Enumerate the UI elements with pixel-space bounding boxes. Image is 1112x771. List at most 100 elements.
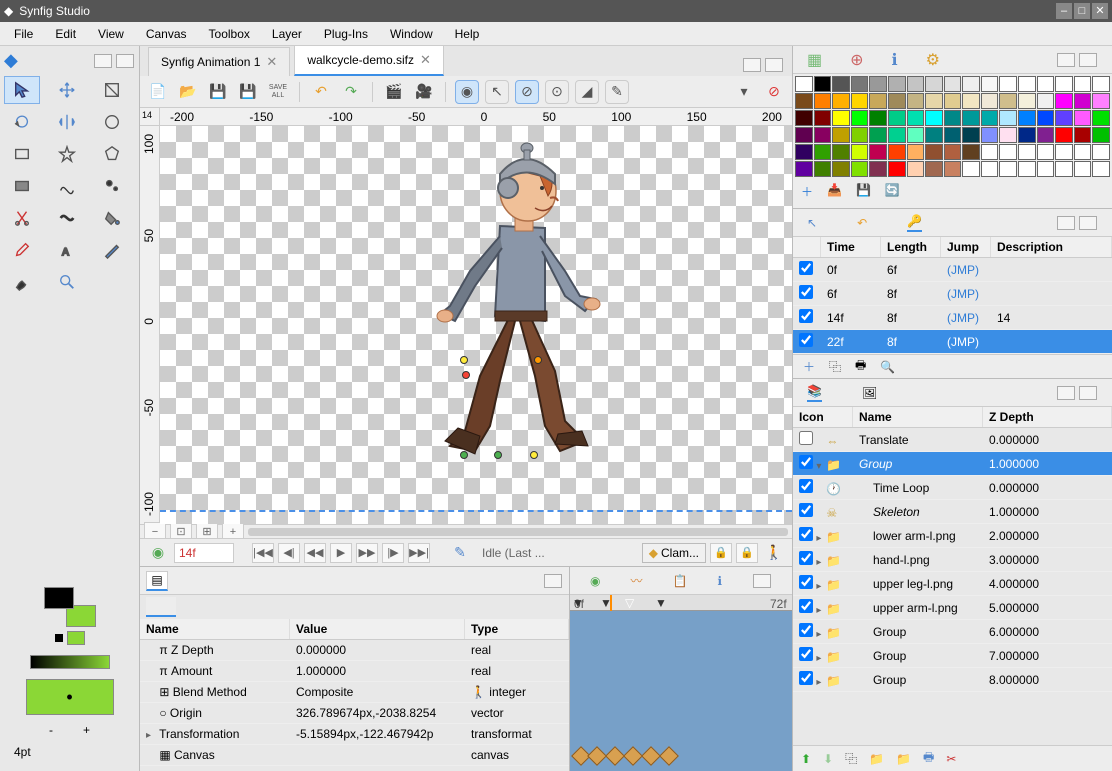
canvas-browser-icon[interactable]: 🖼	[862, 386, 877, 400]
timeline-track[interactable]	[570, 611, 792, 771]
color-swatch[interactable]	[869, 144, 887, 160]
handle[interactable]	[494, 451, 502, 459]
menu-toolbox[interactable]: Toolbox	[199, 24, 260, 44]
kf-checkbox[interactable]	[799, 261, 813, 275]
color-swatch[interactable]	[888, 93, 906, 109]
prev-frame-button[interactable]: ◀◀	[304, 543, 326, 563]
render-button[interactable]: 🎬	[382, 80, 406, 104]
color-swatch[interactable]	[1037, 127, 1055, 143]
param-row[interactable]: ▸ Transformation-5.15894px,-122.467942pt…	[140, 724, 569, 745]
tab-walkcycle-demo[interactable]: walkcycle-demo.sifz✕	[294, 45, 444, 76]
color-swatch[interactable]	[795, 76, 813, 92]
keyframe-marker[interactable]	[641, 746, 661, 766]
col-name[interactable]: Name	[140, 619, 290, 639]
color-swatch[interactable]	[851, 127, 869, 143]
layers-tab-icon[interactable]: 📚	[807, 384, 822, 402]
menu-view[interactable]: View	[88, 24, 134, 44]
sketch-tool[interactable]	[94, 236, 130, 264]
move-tool[interactable]	[49, 76, 85, 104]
layer-row[interactable]: ▸📁hand-l.png3.000000	[793, 548, 1112, 572]
color-swatch[interactable]	[999, 76, 1017, 92]
color-swatch[interactable]	[981, 93, 999, 109]
color-swatch[interactable]	[832, 76, 850, 92]
color-swatch[interactable]	[851, 144, 869, 160]
width-tool[interactable]	[49, 204, 85, 232]
color-swatch[interactable]	[795, 93, 813, 109]
history-icon[interactable]: 📋	[672, 574, 687, 588]
menu-plugins[interactable]: Plug-Ins	[314, 24, 378, 44]
color-swatch[interactable]	[1018, 161, 1036, 177]
param-row[interactable]: ○ Origin326.789674px,-2038.8254vector	[140, 703, 569, 724]
palette-open-icon[interactable]: 💾	[856, 183, 871, 200]
color-swatch[interactable]	[999, 93, 1017, 109]
kf-remove-icon[interactable]: 🖶	[855, 356, 866, 377]
layer-group-icon[interactable]: ⿻	[845, 750, 857, 767]
layer-row[interactable]: ▸📁Group6.000000	[793, 620, 1112, 644]
color-swatch[interactable]	[832, 144, 850, 160]
color-swatch[interactable]	[1037, 144, 1055, 160]
keyframe-row[interactable]: 14f8f(JMP)14	[793, 306, 1112, 330]
panel-toggle[interactable]	[765, 58, 783, 72]
color-swatch[interactable]	[962, 127, 980, 143]
color-swatch[interactable]	[814, 110, 832, 126]
color-swatch[interactable]	[795, 127, 813, 143]
menu-layer[interactable]: Layer	[262, 24, 312, 44]
seek-start-button[interactable]: |◀◀	[252, 543, 274, 563]
color-swatch[interactable]	[1055, 110, 1073, 126]
saveall-button[interactable]: SAVE ALL	[266, 80, 290, 104]
color-swatch[interactable]	[925, 161, 943, 177]
fg-color[interactable]	[44, 587, 74, 609]
scale-tool[interactable]	[94, 76, 130, 104]
col-type[interactable]: Type	[465, 619, 569, 639]
color-swatch[interactable]	[907, 76, 925, 92]
color-swatch[interactable]	[925, 76, 943, 92]
layer-down-icon[interactable]: ⬇	[823, 752, 833, 766]
color-swatch[interactable]	[1092, 161, 1110, 177]
color-swatch[interactable]	[851, 76, 869, 92]
kf-checkbox[interactable]	[799, 309, 813, 323]
next-frame-button[interactable]: ▶▶	[356, 543, 378, 563]
gradient-tool[interactable]	[4, 172, 40, 200]
mode-normal[interactable]: ↖	[485, 80, 509, 104]
color-swatch[interactable]	[1037, 161, 1055, 177]
redo-button[interactable]: ↷	[339, 80, 363, 104]
cut-tool[interactable]	[4, 204, 40, 232]
color-swatch[interactable]	[814, 76, 832, 92]
circle-tool[interactable]	[94, 108, 130, 136]
color-swatch[interactable]	[981, 161, 999, 177]
kf-checkbox[interactable]	[799, 333, 813, 347]
layer-visibility-checkbox[interactable]	[799, 623, 813, 637]
color-swatch[interactable]	[814, 161, 832, 177]
color-swatch[interactable]	[999, 127, 1017, 143]
col-icon[interactable]: Icon	[793, 407, 853, 427]
mode-sketch[interactable]: ✎	[605, 80, 629, 104]
lock-future-button[interactable]: 🔒	[736, 543, 758, 563]
panel-toggle[interactable]	[1079, 216, 1097, 230]
keyframe-marker[interactable]	[623, 746, 643, 766]
onion-button[interactable]: ◉	[455, 80, 479, 104]
col-zdepth[interactable]: Z Depth	[983, 407, 1112, 427]
layer-row[interactable]: ▾📁Group1.000000	[793, 452, 1112, 476]
color-swatch[interactable]	[1074, 161, 1092, 177]
layer-visibility-checkbox[interactable]	[799, 647, 813, 661]
layer-visibility-checkbox[interactable]	[799, 599, 813, 613]
color-swatch[interactable]	[1074, 93, 1092, 109]
col-time[interactable]: Time	[821, 237, 881, 257]
color-swatch[interactable]	[851, 93, 869, 109]
mode-joint[interactable]: ⊙	[545, 80, 569, 104]
layer-row[interactable]: 🕐Time Loop0.000000	[793, 476, 1112, 500]
kf-dup-icon[interactable]: ⿻	[829, 358, 841, 375]
canvas-scroll[interactable]: − ⊡ ⊞ +	[140, 524, 792, 538]
color-swatch[interactable]	[999, 144, 1017, 160]
cancel-button[interactable]: ⊘	[762, 80, 786, 104]
time-input[interactable]	[174, 543, 234, 563]
handle[interactable]	[534, 356, 542, 364]
timeline-ruler[interactable]: 0f 72f ▼ ▼ ▽ ▼	[570, 595, 792, 611]
color-swatch[interactable]	[907, 110, 925, 126]
info-icon[interactable]: ℹ	[717, 574, 722, 588]
panel-toggle[interactable]	[753, 574, 771, 588]
timeline-icon[interactable]: ◉	[590, 574, 600, 588]
layer-up-icon[interactable]: ⬆	[801, 752, 811, 766]
save-button[interactable]: 💾	[206, 80, 230, 104]
color-swatch[interactable]	[1092, 110, 1110, 126]
